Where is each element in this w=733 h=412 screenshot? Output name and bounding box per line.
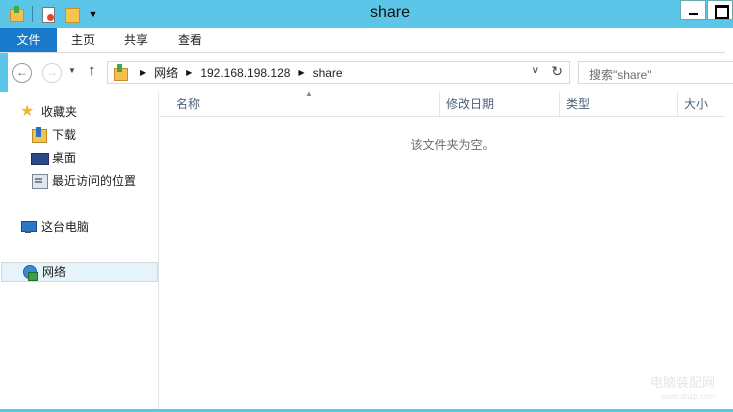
sidebar-item-label: 收藏夹 <box>41 105 78 119</box>
sidebar-item-label: 下载 <box>52 128 77 142</box>
column-header-date-modified[interactable]: 修改日期 <box>440 92 560 117</box>
breadcrumb-network[interactable]: 网络 <box>154 64 178 81</box>
window-controls <box>679 0 733 20</box>
explorer-app-icon[interactable] <box>8 5 26 23</box>
quick-access-toolbar: ▼ <box>8 4 99 24</box>
properties-icon[interactable] <box>39 5 57 23</box>
minimize-button[interactable] <box>680 0 706 20</box>
sidebar-item-label: 桌面 <box>52 151 77 165</box>
column-header-type[interactable]: 类型 <box>560 92 678 117</box>
sidebar-item-downloads[interactable]: 下载 <box>31 125 76 145</box>
address-history-dropdown-icon[interactable]: ∨ <box>532 65 539 76</box>
up-button[interactable]: ↑ <box>88 62 96 79</box>
sidebar-item-label: 网络 <box>42 265 67 279</box>
file-list[interactable]: ▲ 名称 修改日期 类型 大小 该文件夹为空。 电脑装配网 www.dnzp.c… <box>160 89 725 409</box>
tab-share[interactable]: 共享 <box>116 28 156 52</box>
computer-icon <box>20 219 37 235</box>
sidebar-item-label: 最近访问的位置 <box>52 174 137 188</box>
downloads-folder-icon <box>31 127 47 143</box>
network-icon <box>21 264 38 281</box>
sidebar-item-recent-places[interactable]: 最近访问的位置 <box>31 171 136 191</box>
watermark-line1: 电脑装配网 <box>649 375 715 390</box>
tab-home[interactable]: 主页 <box>63 28 103 52</box>
column-header-name[interactable]: 名称 <box>170 92 440 117</box>
star-icon <box>20 102 36 122</box>
window-title: share <box>369 4 411 21</box>
breadcrumb-separator-icon[interactable]: ▶ <box>186 68 192 77</box>
desktop-icon <box>31 150 49 166</box>
sidebar-item-desktop[interactable]: 桌面 <box>31 148 76 168</box>
title-bar: ▼ share <box>0 0 733 28</box>
tab-view[interactable]: 查看 <box>170 28 210 52</box>
recent-locations-dropdown-icon[interactable]: ▼ <box>68 66 76 75</box>
empty-folder-message: 该文件夹为空。 <box>410 138 495 152</box>
navigation-row: ← → ▼ ↑ ▶ 网络 ▶ 192.168.198.128 ▶ share ∨… <box>0 57 733 89</box>
maximize-button[interactable] <box>707 0 733 20</box>
breadcrumb-separator-icon[interactable]: ▶ <box>140 68 146 77</box>
column-header-size[interactable]: 大小 <box>678 92 725 117</box>
search-input[interactable]: 搜索"share" <box>578 61 733 84</box>
breadcrumb-share[interactable]: share <box>313 66 343 80</box>
breadcrumb-separator-icon[interactable]: ▶ <box>298 68 304 77</box>
toolbar-separator <box>32 6 33 22</box>
address-bar[interactable]: ▶ 网络 ▶ 192.168.198.128 ▶ share ∨ ↻ <box>107 61 570 84</box>
breadcrumb: ▶ 网络 ▶ 192.168.198.128 ▶ share <box>132 62 343 83</box>
navigation-pane: 收藏夹 下载 桌面 最近访问的位置 这台电脑 网络 <box>0 92 159 409</box>
refresh-icon[interactable]: ↻ <box>551 63 563 80</box>
sidebar-item-favorites[interactable]: 收藏夹 <box>20 102 77 122</box>
watermark-line2: www.dnzp.com <box>661 392 715 401</box>
sidebar-item-network[interactable]: 网络 <box>1 262 158 282</box>
qat-dropdown-icon[interactable]: ▼ <box>87 9 99 19</box>
watermark: 电脑装配网 www.dnzp.com <box>649 375 715 403</box>
network-folder-icon <box>112 64 128 81</box>
new-folder-icon[interactable] <box>63 5 81 23</box>
sidebar-item-this-pc[interactable]: 这台电脑 <box>20 217 89 237</box>
breadcrumb-host[interactable]: 192.168.198.128 <box>200 66 290 80</box>
tab-file[interactable]: 文件 <box>0 28 57 52</box>
ribbon-tabs: 文件 主页 共享 查看 <box>0 28 725 53</box>
back-button[interactable]: ← <box>12 63 32 83</box>
recent-places-icon <box>31 173 48 189</box>
sidebar-item-label: 这台电脑 <box>41 220 90 234</box>
forward-button[interactable]: → <box>42 63 62 83</box>
